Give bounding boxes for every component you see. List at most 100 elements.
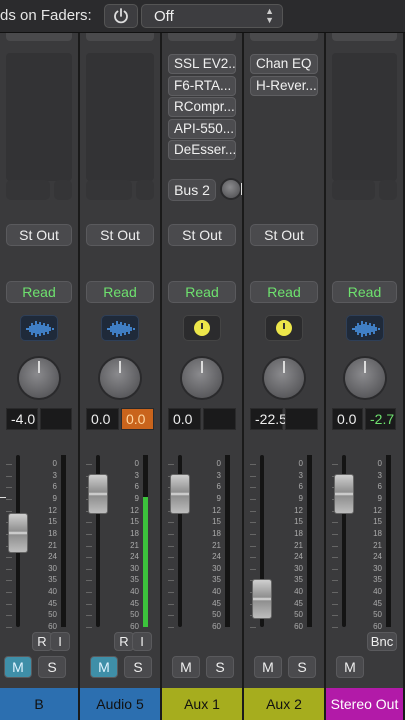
fader-scale-label: 6 [52,482,57,492]
solo-button[interactable]: S [288,656,316,678]
record-enable-button[interactable]: R [32,632,52,651]
up-down-chevron-icon: ▲ ▼ [265,6,274,25]
empty-plugin-area[interactable] [86,53,154,181]
fader-tick [86,592,92,594]
plugin-slot[interactable]: API-550... [168,118,236,139]
mute-button[interactable]: M [254,656,282,678]
mute-button[interactable]: M [336,656,364,678]
automation-mode[interactable]: Read [86,281,154,303]
fader-scale-label: 18 [130,528,139,538]
fader-scale-label: 40 [130,587,139,597]
fader-tick [168,592,174,594]
fader-handle[interactable] [334,473,354,514]
output-slot[interactable]: St Out [86,224,154,246]
strip-top-button[interactable] [6,33,72,41]
pan-knob[interactable] [19,358,59,398]
channel-name[interactable]: Audio 5 [80,688,160,720]
empty-send-slot[interactable] [86,180,132,200]
fader-scale-label: 15 [130,517,139,527]
fader-handle[interactable] [252,578,272,619]
fader-handle[interactable] [8,512,28,553]
fader-handle[interactable] [88,473,108,514]
fader-scale-label: 30 [294,563,303,573]
plugin-slot[interactable]: RCompr... [168,97,236,117]
fader-scale-label: 0 [377,459,382,468]
channel-name[interactable]: Aux 2 [244,688,324,720]
bounce-button[interactable]: Bnc [367,632,397,651]
fader-mode-select[interactable]: Off ▲ ▼ [141,4,283,28]
channel-strip-aux2: Chan EQ H-Rever... St Out Read -22.5 0 3 6 9 12 15… [244,33,326,720]
solo-button[interactable]: S [38,656,66,678]
pan-knob[interactable] [182,358,222,398]
channel-name[interactable]: Aux 1 [162,688,242,720]
channel-name[interactable]: Stereo Out [326,688,403,720]
fader-scale-label: 60 [373,622,382,631]
level-meter [386,455,391,627]
channel-name[interactable]: B [0,688,78,720]
mute-button[interactable]: M [4,656,32,678]
mute-button[interactable]: M [172,656,200,678]
output-slot[interactable]: St Out [168,224,236,246]
fader-tick [332,627,338,628]
automation-mode[interactable]: Read [168,281,236,303]
empty-plugin-area[interactable] [332,53,397,181]
waveform-icon[interactable] [20,315,58,341]
volume-readout: -22.5 [250,408,287,430]
send-slot[interactable]: Bus 2 [168,179,216,201]
waveform-icon[interactable] [345,315,384,341]
plugin-slot[interactable]: Chan EQ [250,54,318,74]
fader-scale-label: 9 [298,493,303,503]
fader-scale-label: 50 [373,610,382,620]
empty-send-knob[interactable] [136,180,154,200]
fader-tick [332,464,338,465]
fader-handle[interactable] [170,473,190,514]
waveform-icon[interactable] [101,315,139,341]
input-monitor-button[interactable]: I [132,632,152,651]
empty-send-knob[interactable] [54,180,72,200]
yellow-knob-icon[interactable] [183,315,221,341]
empty-send-slot[interactable] [332,180,375,200]
strip-top-button[interactable] [86,33,154,41]
power-button[interactable] [104,4,138,28]
channel-strip-aux1: SSL EV2... F6-RTA... RCompr... API-550... De… [162,33,244,720]
volume-readout: -4.0 [6,408,38,430]
solo-button[interactable]: S [124,656,152,678]
empty-send-slot[interactable] [6,180,50,200]
record-enable-button[interactable]: R [114,632,134,651]
pan-knob[interactable] [344,358,385,398]
send-level-knob[interactable] [222,180,242,198]
plugin-slot[interactable]: SSL EV2... [168,54,236,74]
fader-tick [250,510,256,512]
automation-mode[interactable]: Read [6,281,72,303]
empty-send-knob[interactable] [379,180,397,200]
fader-tick [332,522,338,524]
input-monitor-button[interactable]: I [50,632,70,651]
strip-top-button[interactable] [168,33,236,41]
pan-knob[interactable] [100,358,140,398]
mute-button[interactable]: M [90,656,118,678]
automation-mode[interactable]: Read [332,281,397,303]
output-slot[interactable]: St Out [250,224,318,246]
yellow-knob-icon[interactable] [265,315,303,341]
solo-button[interactable]: S [206,656,234,678]
fader-scale-label: 30 [48,563,57,573]
plugin-slot[interactable]: F6-RTA... [168,75,236,96]
automation-mode[interactable]: Read [250,281,318,303]
fader-scale-label: 30 [373,563,382,573]
fader-tick [86,615,92,617]
pan-knob[interactable] [264,358,304,398]
fader-tick [86,580,92,582]
output-slot[interactable]: St Out [6,224,72,246]
fader-scale-label: 12 [373,505,382,515]
empty-plugin-area[interactable] [6,53,72,181]
strip-top-button[interactable] [332,33,397,41]
plugin-slot[interactable]: DeEsser... [168,140,236,160]
fader-tick [168,464,174,465]
fader-tick [86,533,92,535]
plugin-slot[interactable]: H-Rever... [250,75,318,96]
fader-tick [6,568,12,570]
strip-top-button[interactable] [250,33,318,41]
fader-scale-label: 12 [48,505,57,515]
fader-scale-label: 12 [130,505,139,515]
peak-readout [285,408,318,430]
